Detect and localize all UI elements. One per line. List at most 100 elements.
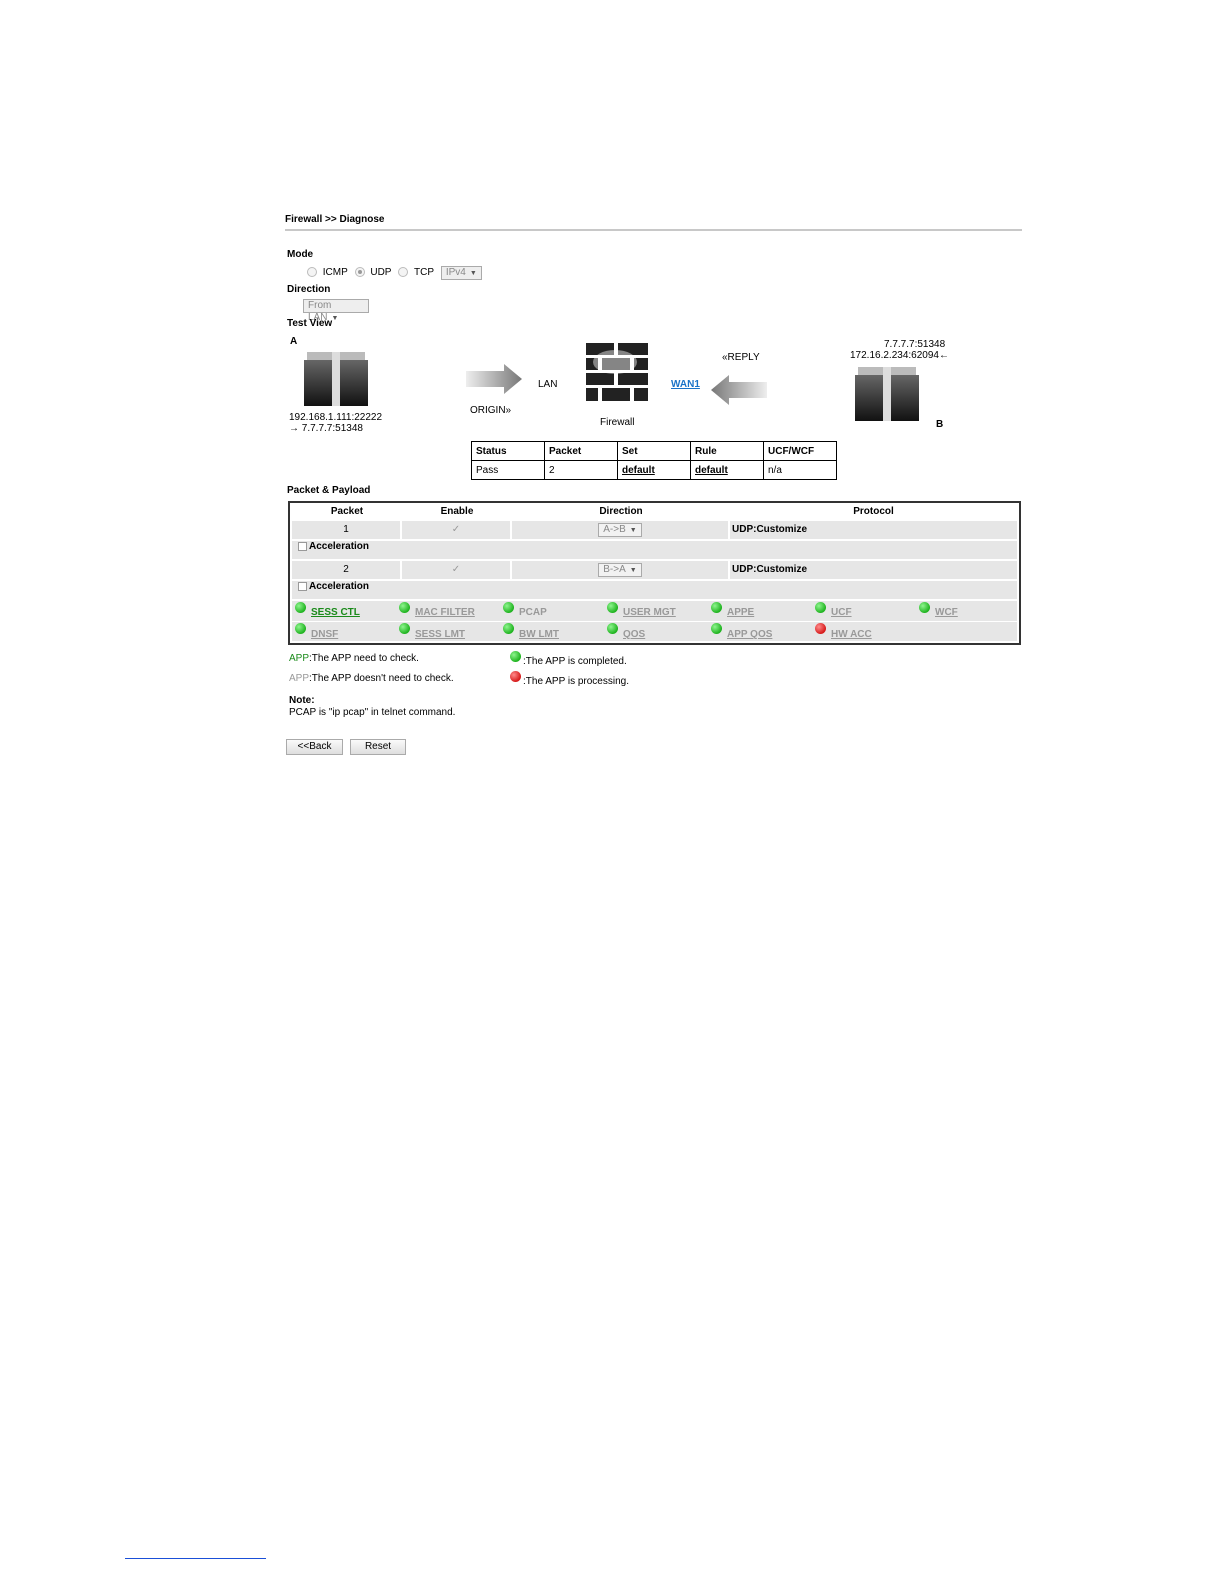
packet-col-header: Packet [330, 506, 364, 517]
app-app-qos[interactable]: APP QOS [727, 629, 772, 640]
status-dot-icon [503, 623, 514, 634]
table-row: 2 ✓ B->A ▼ UDP:Customize [292, 561, 1017, 579]
status-table: Status Packet Set Rule UCF/WCF Pass 2 de… [471, 441, 837, 480]
status-dot-icon [711, 623, 722, 634]
reset-button[interactable]: Reset [350, 739, 406, 755]
icmp-radio[interactable] [307, 267, 317, 278]
set-link[interactable]: default [617, 460, 691, 480]
ucf-wcf-header: UCF/WCF [763, 441, 837, 461]
status-dot-icon [607, 623, 618, 634]
direction-select[interactable]: A->B ▼ [598, 523, 642, 537]
status-dot-icon [607, 602, 618, 613]
host-a-addr1: 192.168.1.111:22222 [289, 412, 383, 423]
mode-label: Mode [287, 249, 314, 260]
direction-cell: B->A ▼ [512, 561, 730, 579]
host-a-icon [304, 352, 368, 406]
packet-payload-table: Packet Enable Direction Protocol 1 ✓ A->… [288, 501, 1021, 645]
icmp-label: ICMP [322, 267, 348, 278]
host-a-addr2: → 7.7.7.7:51348 [289, 423, 363, 434]
app-status-row-1: SESS CTL MAC FILTER PCAP USER MGT APPE U… [292, 601, 1017, 621]
enable-col-header: Enable [440, 506, 474, 517]
test-view-label: Test View [287, 318, 333, 329]
status-dot-icon [295, 602, 306, 613]
packet-table-header: Packet Enable Direction Protocol [292, 503, 1017, 521]
packet-header: Packet [544, 441, 618, 461]
direction-value: A->B [603, 524, 626, 535]
chevron-down-icon: ▼ [629, 567, 637, 574]
app-sess-ctl[interactable]: SESS CTL [311, 607, 360, 618]
host-b-icon [855, 367, 919, 421]
udp-radio[interactable] [354, 267, 365, 278]
status-dot-icon [503, 602, 514, 613]
app-wcf[interactable]: WCF [935, 607, 958, 618]
note-text: PCAP is "ip pcap" in telnet command. [289, 707, 456, 718]
udp-label: UDP [370, 267, 392, 278]
tcp-radio[interactable] [398, 267, 409, 278]
firewall-label: Firewall [600, 417, 635, 428]
direction-select[interactable]: From LAN ▼ [303, 299, 369, 323]
status-dot-icon [399, 602, 410, 613]
ucf-wcf-value: n/a [763, 460, 837, 480]
host-b-addr2: 172.16.2.234:62094← [850, 350, 949, 361]
app-hw-acc[interactable]: HW ACC [831, 629, 872, 640]
chevron-down-icon: ▼ [629, 527, 637, 534]
origin-arrow-icon [466, 364, 522, 394]
status-dot-red-icon [815, 623, 826, 634]
app-ucf[interactable]: UCF [831, 607, 852, 618]
ip-version-value: IPv4 [445, 267, 466, 278]
app-dnsf[interactable]: DNSF [311, 629, 338, 640]
footnote-divider [125, 1558, 266, 1559]
wan1-link[interactable]: WAN1 [671, 379, 700, 390]
breadcrumb: Firewall >> Diagnose [285, 214, 385, 225]
legend-completed: :The APP is completed. [523, 656, 627, 667]
ip-version-select[interactable]: IPv4 ▼ [440, 266, 482, 280]
enable-checkbox[interactable]: ✓ [402, 561, 512, 579]
host-a-label: A [290, 336, 298, 347]
rule-link[interactable]: default [690, 460, 764, 480]
legend-red-dot-icon [510, 671, 521, 682]
packet-number: 2 [292, 561, 402, 579]
status-dot-icon [711, 602, 722, 613]
packet-payload-label: Packet & Payload [287, 485, 371, 496]
legend-green-dot-icon [510, 651, 521, 662]
status-value: Pass [471, 460, 545, 480]
direction-label: Direction [287, 284, 331, 295]
app-appe[interactable]: APPE [727, 607, 754, 618]
reply-arrow-icon [711, 375, 767, 405]
back-button[interactable]: <<Back [286, 739, 343, 755]
direction-select[interactable]: B->A ▼ [598, 563, 642, 577]
acceleration-row: Acceleration [292, 541, 1017, 559]
status-dot-icon [919, 602, 930, 613]
firewall-brick-icon [586, 343, 648, 401]
enable-checkbox[interactable]: ✓ [402, 521, 512, 539]
expand-icon[interactable] [298, 541, 307, 551]
app-mac-filter[interactable]: MAC FILTER [415, 607, 475, 618]
direction-value: B->A [603, 564, 626, 575]
app-pcap[interactable]: PCAP [519, 607, 547, 618]
app-status-row-2: DNSF SESS LMT BW LMT QOS APP QOS HW ACC [292, 622, 1017, 641]
app-user-mgt[interactable]: USER MGT [623, 607, 676, 618]
rule-header: Rule [690, 441, 764, 461]
protocol-value: UDP:Customize [732, 524, 808, 535]
origin-label: ORIGIN» [470, 405, 512, 416]
header-divider [285, 229, 1022, 231]
reply-label: «REPLY [722, 352, 760, 363]
packet-value: 2 [544, 460, 618, 480]
legend-no-check: APP:The APP doesn't need to check. [289, 673, 454, 684]
host-b-addr1: 7.7.7.7:51348 [884, 339, 946, 350]
direction-cell: A->B ▼ [512, 521, 730, 539]
legend-need-check: APP:The APP need to check. [289, 653, 419, 664]
acceleration-label: Acceleration [309, 581, 370, 592]
status-dot-icon [295, 623, 306, 634]
set-header: Set [617, 441, 691, 461]
direction-col-header: Direction [599, 506, 643, 517]
tcp-label: TCP [414, 267, 435, 278]
app-sess-lmt[interactable]: SESS LMT [415, 629, 465, 640]
app-qos[interactable]: QOS [623, 629, 645, 640]
app-bw-lmt[interactable]: BW LMT [519, 629, 559, 640]
status-dot-icon [399, 623, 410, 634]
legend-app-green: APP [289, 653, 310, 664]
lan-label: LAN [538, 379, 558, 390]
collapse-icon[interactable] [298, 581, 307, 591]
status-dot-icon [815, 602, 826, 613]
